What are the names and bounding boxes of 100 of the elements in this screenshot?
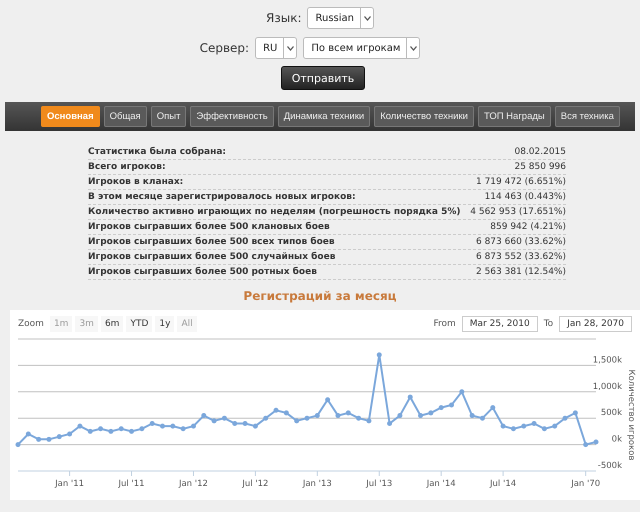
data-point — [449, 402, 454, 408]
data-point — [16, 442, 20, 448]
data-point — [521, 424, 526, 429]
data-point — [459, 389, 464, 394]
data-point — [428, 410, 434, 416]
from-label: From — [433, 319, 456, 329]
data-point — [139, 426, 144, 432]
zoom-button[interactable]: 1y — [155, 316, 174, 332]
stat-value: 1 719 472 (6.651%) — [476, 177, 566, 187]
tab[interactable]: Опыт — [150, 106, 186, 127]
tab[interactable]: Эффективность — [190, 106, 274, 127]
data-point — [222, 416, 227, 421]
x-tick-label: Jan '14 — [426, 479, 456, 489]
data-point — [542, 426, 547, 432]
to-label: To — [544, 319, 554, 329]
tab[interactable]: Общая — [104, 106, 147, 127]
from-date-field[interactable]: Mar 25, 2010 — [462, 316, 538, 332]
tab[interactable]: Динамика техники — [278, 106, 370, 127]
data-point — [325, 397, 330, 402]
data-point — [46, 436, 52, 442]
server-select[interactable]: RU — [255, 37, 298, 59]
data-point — [274, 408, 279, 413]
zoom-button[interactable]: YTD — [126, 316, 152, 332]
data-point — [252, 424, 258, 429]
data-point — [572, 410, 578, 416]
data-point — [366, 418, 372, 424]
stat-value: 25 850 996 — [514, 162, 566, 172]
x-tick-label: Jul '13 — [366, 479, 392, 489]
data-point — [242, 420, 248, 426]
data-point — [356, 416, 362, 421]
data-point — [376, 352, 382, 358]
x-tick-label: Jul '11 — [118, 479, 145, 489]
stat-value: 859 942 (4.21%) — [490, 222, 566, 232]
data-point — [108, 428, 114, 434]
x-tick-label: Jan '11 — [55, 479, 84, 489]
language-select[interactable]: Russian — [307, 7, 374, 29]
data-point — [304, 416, 310, 421]
stat-label: Игроков сыгравших более 500 всех типов боев — [88, 237, 335, 247]
stat-value: 4 562 953 (17.651%) — [470, 207, 566, 217]
y-tick-label: 500k — [600, 408, 622, 418]
data-point — [150, 420, 155, 426]
y-tick-label: 1,000k — [592, 382, 622, 392]
data-point — [594, 439, 598, 444]
stat-label: Игроков сыгравших более 500 клановых боев — [88, 222, 330, 232]
stat-label: Всего игроков: — [88, 162, 166, 172]
chart-title: Регистраций за месяц — [242, 289, 398, 305]
stat-value: 08.02.2015 — [514, 147, 566, 157]
data-point — [26, 432, 31, 437]
data-point — [201, 413, 206, 418]
data-point — [346, 410, 351, 416]
data-point — [408, 394, 413, 400]
data-point — [532, 420, 537, 426]
y-tick-label: 0k — [612, 434, 622, 445]
data-point — [160, 424, 165, 429]
stat-label: Игроков сыгравших более 500 случайных боев — [88, 252, 336, 262]
x-tick-label: Jan '12 — [178, 479, 208, 489]
stat-value: 6 873 552 (33.62%) — [476, 252, 566, 262]
language-label: Язык: — [266, 11, 302, 25]
data-point — [387, 420, 392, 426]
zoom-label: Zoom — [18, 319, 44, 329]
data-point — [480, 416, 485, 421]
tab[interactable]: Вся техника — [554, 106, 620, 127]
x-tick-label: Jul '14 — [490, 479, 516, 489]
x-tick-label: Jan '13 — [302, 479, 332, 489]
data-point — [129, 428, 134, 434]
data-point — [397, 413, 402, 418]
data-point — [67, 432, 72, 437]
x-tick-label: Jul '12 — [242, 479, 268, 489]
stat-label: Игроков в кланах: — [88, 177, 184, 187]
y-tick-label: 1,500k — [592, 355, 622, 366]
data-point — [190, 424, 196, 429]
data-point — [118, 426, 124, 432]
stat-label: Количество активно играющих по неделям (погрешность порядка 5%) — [88, 207, 460, 217]
tab[interactable]: ТОП Награды — [478, 106, 551, 127]
data-point — [88, 428, 93, 434]
data-point — [314, 413, 320, 418]
data-point — [470, 413, 475, 418]
data-point — [490, 405, 496, 410]
zoom-button[interactable]: 6m — [100, 316, 124, 332]
data-point — [36, 436, 42, 442]
submit-button[interactable]: Отправить — [280, 66, 366, 90]
y-tick-label: -500k — [598, 461, 622, 471]
tab[interactable]: Количество техники — [374, 106, 474, 127]
server-label: Сервер: — [200, 41, 250, 55]
stat-label: В этом месяце зарегистрировалось новых игроков: — [88, 192, 356, 202]
data-point — [510, 426, 516, 432]
data-point — [232, 420, 238, 426]
data-point — [335, 413, 340, 418]
caret-icon — [286, 46, 294, 50]
scope-select[interactable]: По всем игрокам — [303, 37, 420, 59]
to-date-field[interactable]: Jan 28, 2070 — [559, 316, 632, 332]
data-point — [294, 418, 300, 424]
stat-value: 2 563 381 (12.54%) — [476, 267, 566, 277]
data-point — [98, 426, 104, 432]
stat-value: 114 463 (0.443%) — [484, 192, 566, 202]
stat-value: 6 873 660 (33.62%) — [476, 237, 566, 247]
data-point — [212, 418, 217, 424]
data-point — [552, 424, 558, 429]
y-axis-title: Количество игроков — [626, 370, 636, 460]
data-point — [583, 442, 588, 448]
